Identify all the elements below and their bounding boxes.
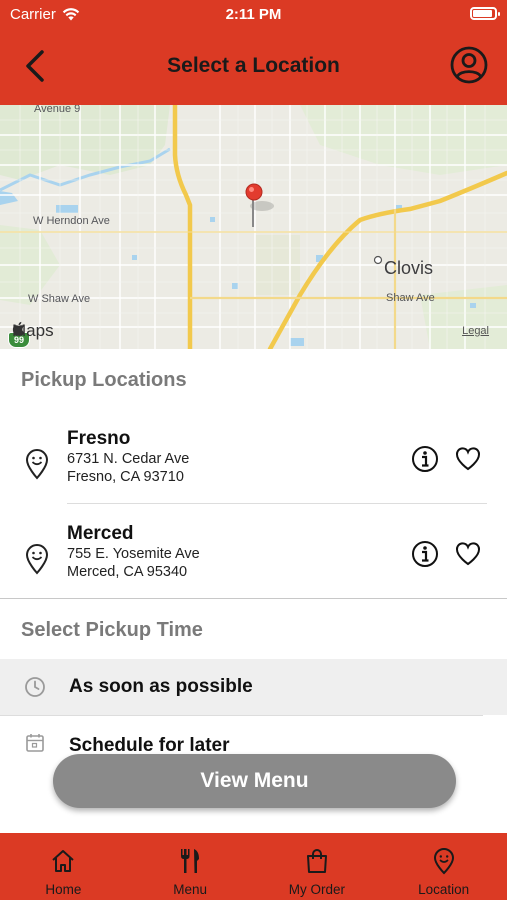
map-label-avenue9: Avenue 9 bbox=[34, 105, 81, 115]
location-row-merced[interactable]: Merced 755 E. Yosemite Ave Merced, CA 95… bbox=[0, 513, 507, 608]
time-option-label: As soon as possible bbox=[69, 676, 253, 697]
map-legal-link[interactable]: Legal bbox=[462, 325, 489, 337]
location-divider bbox=[67, 503, 487, 504]
heart-icon[interactable] bbox=[454, 541, 482, 567]
map-view[interactable]: Avenue 9 W Herndon Ave W Shaw Ave Shaw A… bbox=[0, 105, 507, 349]
tab-label: Location bbox=[418, 882, 470, 897]
map-label-wshaw: W Shaw Ave bbox=[28, 293, 91, 305]
location-pin-icon bbox=[25, 449, 49, 480]
tab-location[interactable]: Location bbox=[380, 833, 507, 900]
page-title: Select a Location bbox=[167, 54, 340, 77]
tab-home[interactable]: Home bbox=[0, 833, 127, 900]
location-name: Merced bbox=[67, 523, 134, 544]
info-icon[interactable] bbox=[411, 445, 439, 473]
profile-button[interactable] bbox=[449, 45, 489, 85]
user-circle-icon bbox=[450, 46, 488, 84]
nav-bar: Select a Location bbox=[0, 30, 507, 105]
maps-attribution: Maps bbox=[12, 321, 54, 341]
heart-icon[interactable] bbox=[454, 446, 482, 472]
tab-menu[interactable]: Menu bbox=[127, 833, 254, 900]
info-icon[interactable] bbox=[411, 540, 439, 568]
tab-label: My Order bbox=[288, 882, 345, 897]
shopping-bag-icon bbox=[306, 849, 327, 873]
map-label-herndon: W Herndon Ave bbox=[33, 215, 110, 227]
location-row-fresno[interactable]: Fresno 6731 N. Cedar Ave Fresno, CA 9371… bbox=[0, 418, 507, 513]
map-background bbox=[0, 105, 507, 349]
section-divider bbox=[0, 598, 507, 599]
location-address-line2: Fresno, CA 93710 bbox=[67, 469, 184, 485]
tab-label: Home bbox=[45, 882, 82, 897]
home-icon bbox=[52, 850, 75, 872]
tab-label: Menu bbox=[173, 882, 208, 897]
tab-bar: Home Menu My Order Location bbox=[0, 833, 507, 900]
location-name: Fresno bbox=[67, 428, 131, 449]
apple-logo-icon bbox=[12, 321, 25, 336]
calendar-icon bbox=[26, 734, 44, 752]
time-option-asap[interactable]: As soon as possible bbox=[0, 659, 507, 715]
status-bar: Carrier 2:11 PM bbox=[0, 0, 507, 30]
app-header: Carrier 2:11 PM Select a Location bbox=[0, 0, 507, 105]
tab-my-order[interactable]: My Order bbox=[254, 833, 381, 900]
fork-knife-icon bbox=[181, 849, 200, 873]
view-menu-button[interactable]: View Menu bbox=[53, 754, 456, 808]
location-pin-icon bbox=[25, 544, 49, 575]
map-label-shaw: Shaw Ave bbox=[386, 292, 435, 304]
map-city-label: Clovis bbox=[384, 258, 434, 278]
pickup-time-title: Select Pickup Time bbox=[21, 619, 203, 641]
location-address-line2: Merced, CA 95340 bbox=[67, 564, 188, 580]
pickup-locations-title: Pickup Locations bbox=[21, 369, 187, 391]
location-address-line1: 755 E. Yosemite Ave bbox=[67, 546, 200, 562]
battery-icon bbox=[470, 7, 500, 20]
location-pin-icon bbox=[433, 848, 454, 875]
status-time: 2:11 PM bbox=[225, 6, 282, 23]
clock-icon bbox=[25, 677, 45, 697]
location-address-line1: 6731 N. Cedar Ave bbox=[67, 451, 190, 467]
